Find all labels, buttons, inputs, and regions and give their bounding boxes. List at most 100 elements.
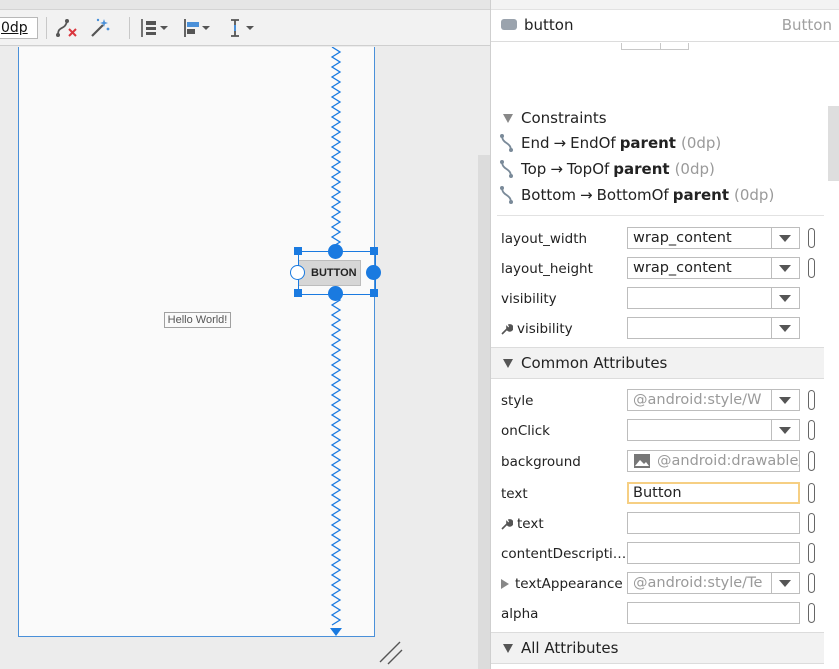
dropdown-arrow-icon (779, 580, 791, 587)
attribute-label: onClick (501, 423, 550, 439)
constraint-clear-icon[interactable] (55, 16, 79, 40)
style-select[interactable]: @android:style/W (627, 389, 800, 411)
hello-world-textview[interactable]: Hello World! (164, 312, 231, 328)
attribute-label-text: alpha (501, 606, 539, 622)
attribute-value: @android:style/Te (633, 575, 763, 591)
attribute-reference-toggle[interactable] (808, 603, 815, 623)
default-margin-field[interactable]: 0dp (0, 16, 38, 39)
distribute-icon[interactable] (138, 16, 172, 40)
attribute-row: layout_height wrap_content (491, 255, 839, 283)
attribute-row: textAppearance @android:style/Te (491, 570, 839, 598)
constraint-row[interactable]: End → EndOf parent (0dp) (499, 133, 721, 153)
attribute-row: style @android:style/W (491, 387, 839, 415)
alpha-input[interactable] (627, 602, 800, 624)
constraint-arrow: → (553, 134, 567, 152)
resize-handle-bottom-right[interactable] (370, 289, 378, 297)
layout-width-select[interactable]: wrap_content (627, 227, 800, 249)
all-attributes-header[interactable]: All Attributes (491, 632, 824, 664)
attribute-reference-toggle[interactable] (808, 420, 815, 440)
dropdown-arrow-icon (779, 265, 791, 272)
selected-button-widget[interactable]: BUTTON (282, 244, 381, 301)
attribute-row: visibility (491, 285, 839, 313)
all-attributes-title: All Attributes (521, 639, 619, 657)
divider (497, 215, 824, 216)
wrench-icon (501, 324, 513, 335)
attribute-reference-toggle[interactable] (808, 390, 815, 410)
resize-grip-icon[interactable] (378, 640, 404, 666)
component-id[interactable]: button (524, 16, 573, 34)
constraint-row[interactable]: Top → TopOf parent (0dp) (499, 159, 715, 179)
wrench-icon (501, 519, 513, 530)
visibility-select[interactable] (627, 287, 800, 309)
design-panel: 0dp Hello World! BUTTON (0, 0, 490, 669)
attribute-reference-toggle[interactable] (808, 573, 815, 593)
design-toolbar: 0dp (0, 10, 490, 46)
collapse-arrow-icon (503, 358, 513, 368)
button-component-icon (501, 19, 517, 30)
attribute-reference-toggle[interactable] (808, 543, 815, 563)
top-anchor[interactable] (328, 244, 343, 259)
constraints-section-header[interactable]: Constraints (503, 109, 607, 127)
attribute-row: layout_width wrap_content (491, 225, 839, 253)
onclick-select[interactable] (627, 419, 800, 441)
attribute-row: text (491, 510, 839, 538)
attribute-label: layout_height (501, 261, 593, 277)
attribute-label-text: visibility (501, 291, 557, 307)
panel-top-strip (491, 0, 839, 10)
attribute-label-text: text (517, 516, 544, 532)
attribute-reference-toggle[interactable] (808, 228, 815, 248)
constraint-margin: (0dp) (680, 134, 722, 152)
tools-visibility-select[interactable] (627, 317, 800, 339)
attribute-reference-toggle[interactable] (808, 513, 815, 533)
guideline-icon[interactable] (226, 16, 260, 40)
constraint-parent: parent (613, 160, 670, 178)
attribute-label: textAppearance (501, 576, 623, 592)
constraints-title: Constraints (521, 109, 607, 127)
content-description-input[interactable] (627, 542, 800, 564)
background-field[interactable]: @android:drawable/ (627, 450, 800, 472)
text-input[interactable]: Button (627, 482, 800, 504)
attribute-row: visibility (491, 315, 839, 343)
resize-handle-top-right[interactable] (370, 247, 378, 255)
constraint-row[interactable]: Bottom → BottomOf parent (0dp) (499, 185, 774, 205)
text-appearance-select[interactable]: @android:style/Te (627, 572, 800, 594)
attribute-row: contentDescripti… (491, 540, 839, 568)
constraint-link-icon (500, 186, 513, 204)
attribute-label: contentDescripti… (501, 546, 626, 562)
panel-scrollbar[interactable] (828, 106, 839, 181)
magic-wand-icon[interactable] (89, 16, 111, 40)
constraint-margin: (0dp) (674, 160, 715, 178)
constraint-side: End (521, 134, 550, 152)
dropdown-arrow-icon (779, 427, 791, 434)
constraint-parent: parent (619, 134, 676, 152)
constraint-target: TopOf (566, 160, 610, 178)
common-attributes-header[interactable]: Common Attributes (491, 347, 824, 379)
attribute-reference-toggle[interactable] (808, 451, 815, 471)
attribute-label: text (501, 516, 544, 532)
attribute-row: alpha (491, 600, 839, 628)
constraint-side: Bottom (521, 186, 577, 204)
dropdown-arrow-icon (779, 235, 791, 242)
attribute-reference-toggle[interactable] (808, 483, 815, 503)
vertical-scrollbar[interactable] (478, 155, 490, 669)
resize-handle-top-left[interactable] (294, 247, 302, 255)
attribute-label: style (501, 393, 533, 409)
attribute-row: background @android:drawable/ (491, 448, 839, 476)
start-anchor[interactable] (290, 265, 305, 280)
resize-handle-bottom-left[interactable] (294, 289, 302, 297)
align-icon[interactable] (182, 16, 216, 40)
toolbar-separator (46, 16, 47, 39)
bottom-anchor[interactable] (328, 286, 343, 301)
attribute-row: onClick (491, 417, 839, 445)
common-attributes-title-wrap: Common Attributes (503, 354, 667, 372)
attribute-label: alpha (501, 606, 538, 622)
layout-height-select[interactable]: wrap_content (627, 257, 800, 279)
top-strip (0, 0, 490, 10)
end-anchor[interactable] (366, 265, 381, 280)
attribute-label-text: background (501, 454, 581, 470)
component-header: button Button (491, 10, 839, 42)
tools-text-input[interactable] (627, 512, 800, 534)
attribute-value: Button (633, 485, 682, 501)
constraint-target: EndOf (570, 134, 616, 152)
attribute-reference-toggle[interactable] (808, 258, 815, 278)
